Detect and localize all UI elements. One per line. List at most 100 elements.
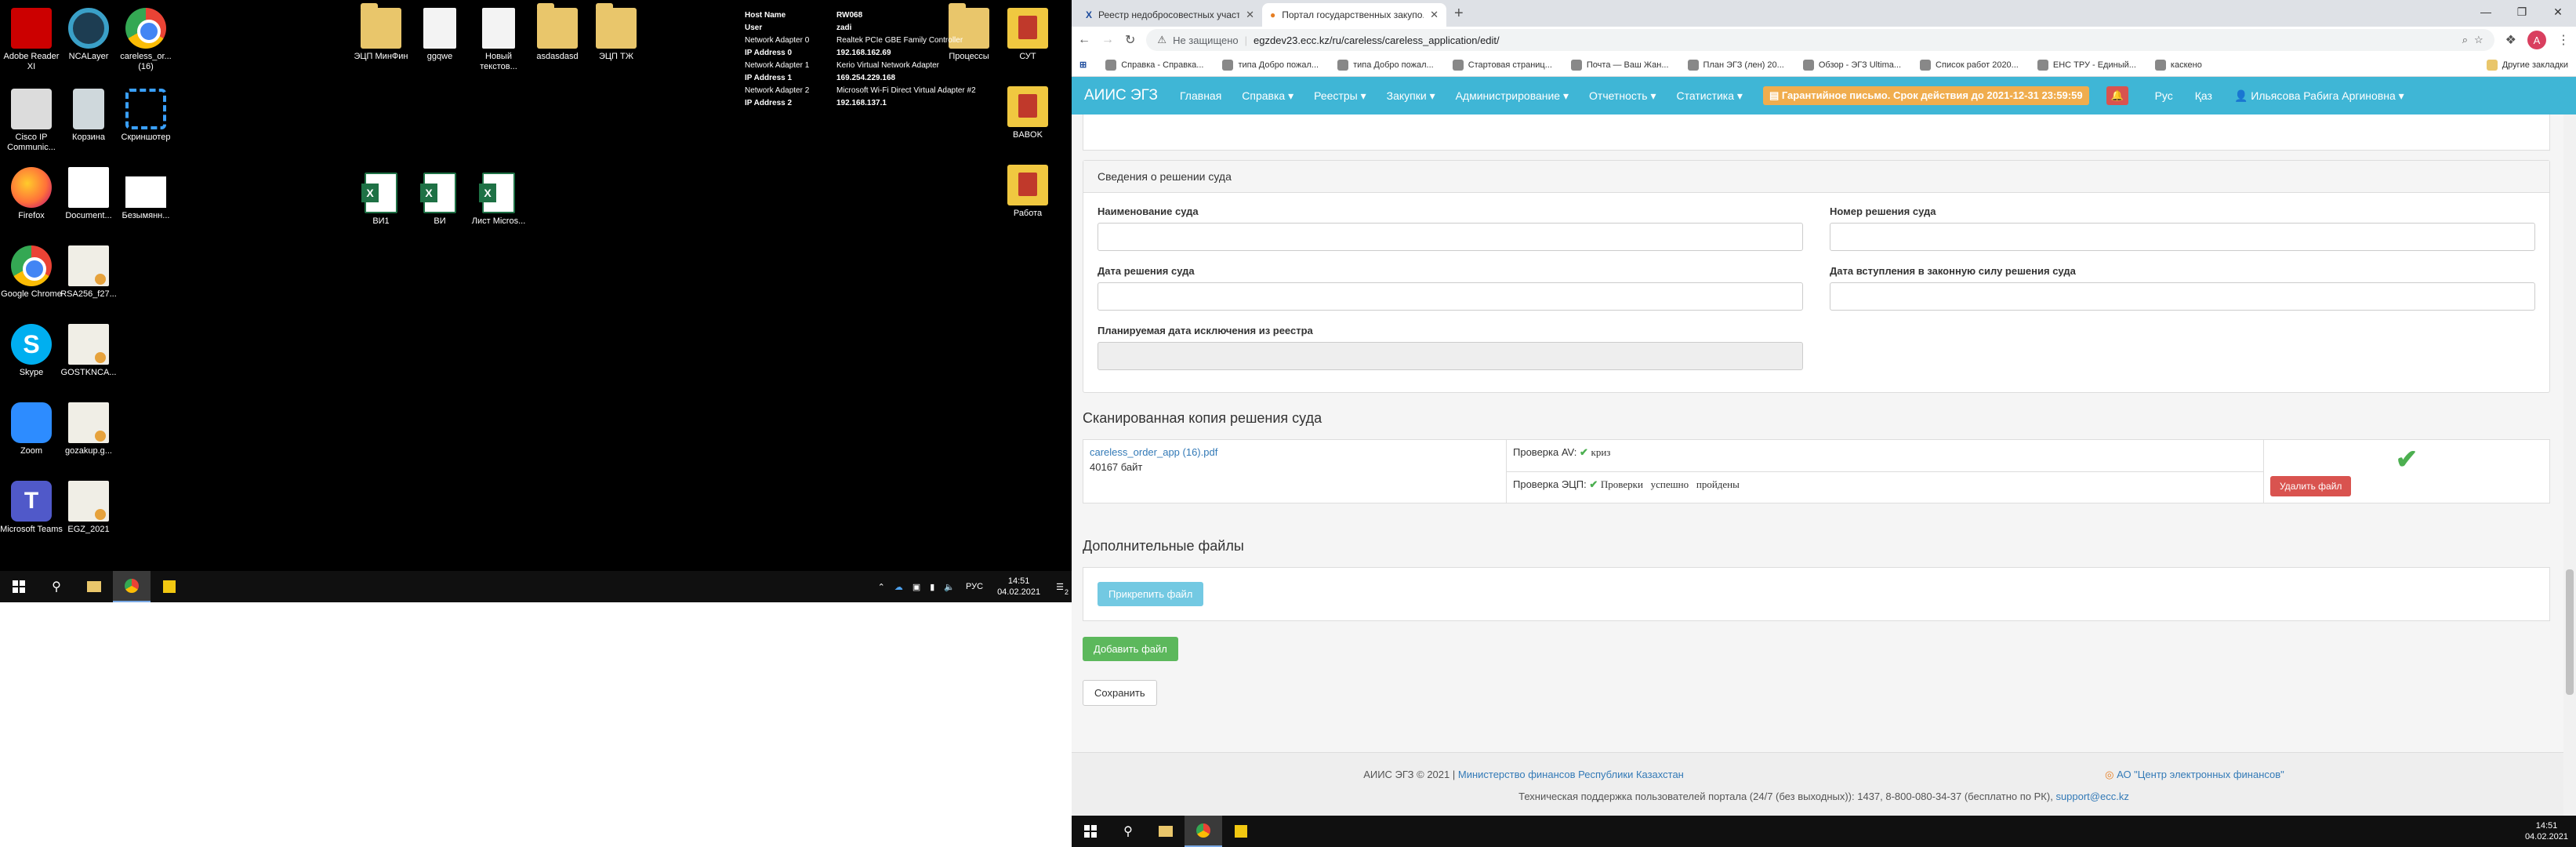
menu-dots-icon[interactable]: ⋮ — [2557, 32, 2570, 48]
page-scrollbar[interactable] — [2563, 115, 2576, 816]
bookmark-item[interactable]: Стартовая страниц... — [1452, 59, 1552, 71]
new-tab-button[interactable]: + — [1446, 5, 1471, 27]
nav-admin[interactable]: Администрирование ▾ — [1456, 89, 1569, 103]
footer-center-link[interactable]: АО "Центр электронных финансов" — [2117, 769, 2284, 780]
decision-number-input[interactable] — [1830, 223, 2535, 251]
bookmark-item[interactable]: Обзор - ЭГЗ Ultima... — [1802, 59, 1901, 71]
taskbar-clock-2[interactable]: 14:51 04.02.2021 — [2517, 820, 2576, 842]
search-icon[interactable]: ⚲ — [38, 571, 75, 602]
tray-chevron-icon[interactable]: ⌃ — [873, 582, 890, 592]
close-tab-icon[interactable]: ✕ — [1430, 9, 1439, 21]
back-icon[interactable]: ← — [1078, 33, 1090, 47]
desktop-icon[interactable]: ВИ — [408, 173, 471, 227]
url-field[interactable]: ⚠ Не защищено | egzdev23.ecc.kz/ru/carel… — [1146, 29, 2494, 51]
desktop-icon[interactable]: Новый текстов... — [467, 8, 530, 72]
desktop-icon[interactable]: Работа — [996, 165, 1059, 219]
desktop-icon[interactable]: Корзина — [57, 89, 120, 143]
desktop-icon[interactable]: Firefox — [0, 167, 63, 221]
brand-logo[interactable]: АИИС ЭГЗ — [1084, 87, 1158, 104]
desktop-icon[interactable]: ЭЦП ТЖ — [585, 3, 648, 62]
desktop-icon[interactable]: GOSTKNCA... — [57, 324, 120, 378]
explorer-taskbar-icon[interactable] — [75, 571, 113, 602]
desktop-icon[interactable]: Google Chrome — [0, 245, 63, 300]
desktop-icon[interactable]: asdasdasd — [526, 3, 589, 62]
nav-home[interactable]: Главная — [1180, 89, 1221, 102]
court-name-input[interactable] — [1098, 223, 1803, 251]
start-button[interactable] — [0, 571, 38, 602]
lang-kz[interactable]: Қаз — [2195, 89, 2212, 102]
close-tab-icon[interactable]: ✕ — [1246, 9, 1254, 21]
nav-statistics[interactable]: Статистика ▾ — [1677, 89, 1743, 103]
file-link[interactable]: careless_order_app (16).pdf — [1090, 446, 1500, 458]
desktop-icon[interactable]: Zoom — [0, 402, 63, 456]
nav-help[interactable]: Справка ▾ — [1242, 89, 1293, 103]
desktop-icon[interactable]: RSA256_f27... — [57, 245, 120, 300]
volume-icon[interactable]: 🔈 — [939, 582, 960, 592]
bookmark-item[interactable]: каскено — [2154, 59, 2202, 71]
footer-ministry-link[interactable]: Министерство финансов Республики Казахст… — [1458, 769, 1684, 780]
desktop-icon[interactable]: СУТ — [996, 8, 1059, 62]
desktop-icon[interactable]: gozakup.g... — [57, 402, 120, 456]
desktop-icon[interactable]: Document... — [57, 167, 120, 221]
bookmark-item[interactable]: Справка - Справка... — [1105, 59, 1203, 71]
taskbar-clock[interactable]: 14:51 04.02.2021 — [989, 576, 1048, 598]
decision-date-input[interactable] — [1098, 282, 1803, 311]
nav-reports[interactable]: Отчетность ▾ — [1589, 89, 1656, 103]
guarantee-letter-badge[interactable]: ▤ Гарантийное письмо. Срок действия до 2… — [1762, 86, 2089, 105]
language-indicator[interactable]: РУС — [960, 582, 989, 591]
desktop-icon[interactable]: BABOK — [996, 86, 1059, 140]
start-button-2[interactable] — [1072, 816, 1109, 847]
bookmark-item[interactable]: Список работ 2020... — [1920, 59, 2019, 71]
reload-icon[interactable]: ↻ — [1125, 32, 1135, 48]
desktop-icon[interactable]: T Microsoft Teams — [0, 481, 63, 535]
bookmark-item[interactable]: План ЭГЗ (лен) 20... — [1687, 59, 1784, 71]
url-text[interactable]: egzdev23.ecc.kz/ru/careless/careless_app… — [1254, 35, 1500, 46]
bookmark-item[interactable]: типа Добро пожал... — [1222, 59, 1319, 71]
desktop-icon[interactable]: Cisco IP Communic... — [0, 89, 63, 153]
apps-icon[interactable]: ⊞ — [1079, 60, 1087, 70]
chrome-taskbar-icon[interactable] — [113, 571, 151, 602]
nav-purchases[interactable]: Закупки ▾ — [1387, 89, 1435, 103]
bookmark-item[interactable]: типа Добро пожал... — [1337, 59, 1434, 71]
save-button[interactable]: Сохранить — [1083, 680, 1157, 706]
desktop-icon[interactable]: Лист Micros... — [467, 173, 530, 227]
profile-avatar[interactable]: A — [2527, 31, 2546, 49]
tab-registry[interactable]: X Реестр недобросовестных участ... ✕ — [1078, 3, 1262, 27]
scrollbar-thumb[interactable] — [2566, 569, 2574, 695]
sticky-notes-taskbar-icon[interactable] — [151, 571, 188, 602]
delete-file-button[interactable]: Удалить файл — [2270, 476, 2352, 496]
desktop-icon[interactable]: EGZ_2021 — [57, 481, 120, 535]
close-window-button[interactable]: ✕ — [2540, 0, 2576, 24]
bookmark-item[interactable]: Почта — Ваш Жан... — [1570, 59, 1669, 71]
bookmark-star-icon[interactable]: ☆ — [2474, 34, 2483, 46]
desktop-icon[interactable]: Adobe Reader XI — [0, 8, 63, 72]
desktop-icon[interactable]: ggqwe — [408, 8, 471, 62]
sticky-notes-taskbar-icon[interactable] — [1222, 816, 1260, 847]
attach-file-button[interactable]: Прикрепить файл — [1098, 582, 1204, 606]
notifications-icon[interactable]: ☰ 2 — [1048, 582, 1072, 596]
effective-date-input[interactable] — [1830, 282, 2535, 311]
chrome-taskbar-icon[interactable] — [1185, 816, 1222, 847]
bookmark-item[interactable]: ЕНС ТРУ - Единый... — [2037, 59, 2136, 71]
tab-portal[interactable]: ● Портал государственных закупо... ✕ — [1262, 3, 1446, 27]
network-icon[interactable]: ▣ — [908, 582, 925, 592]
explorer-taskbar-icon[interactable] — [1147, 816, 1185, 847]
minimize-button[interactable]: — — [2468, 0, 2504, 24]
warning-icon[interactable]: ⚠ — [1157, 34, 1166, 46]
nav-registries[interactable]: Реестры ▾ — [1314, 89, 1366, 103]
add-file-button[interactable]: Добавить файл — [1083, 637, 1178, 661]
onedrive-icon[interactable]: ☁ — [890, 582, 908, 592]
desktop-icon[interactable]: S Skype — [0, 324, 63, 378]
search-icon[interactable]: ⚲ — [1109, 816, 1147, 847]
footer-support-email[interactable]: support@ecc.kz — [2055, 791, 2128, 802]
desktop-icon[interactable]: Скриншотер — [114, 89, 177, 143]
battery-icon[interactable]: ▮ — [925, 582, 939, 592]
user-menu[interactable]: 👤 Ильясова Рабига Аргиновна ▾ — [2234, 89, 2404, 103]
other-bookmarks[interactable]: Другие закладки — [2486, 59, 2568, 71]
desktop-icon[interactable]: Безымянн... — [114, 167, 177, 221]
extensions-icon[interactable]: ❖ — [2505, 32, 2516, 48]
forward-icon[interactable]: → — [1101, 33, 1114, 47]
lang-ru[interactable]: Рус — [2155, 89, 2173, 102]
bell-icon[interactable]: 🔔 — [2106, 86, 2128, 105]
desktop-icon[interactable]: careless_or... (16) — [114, 8, 177, 72]
